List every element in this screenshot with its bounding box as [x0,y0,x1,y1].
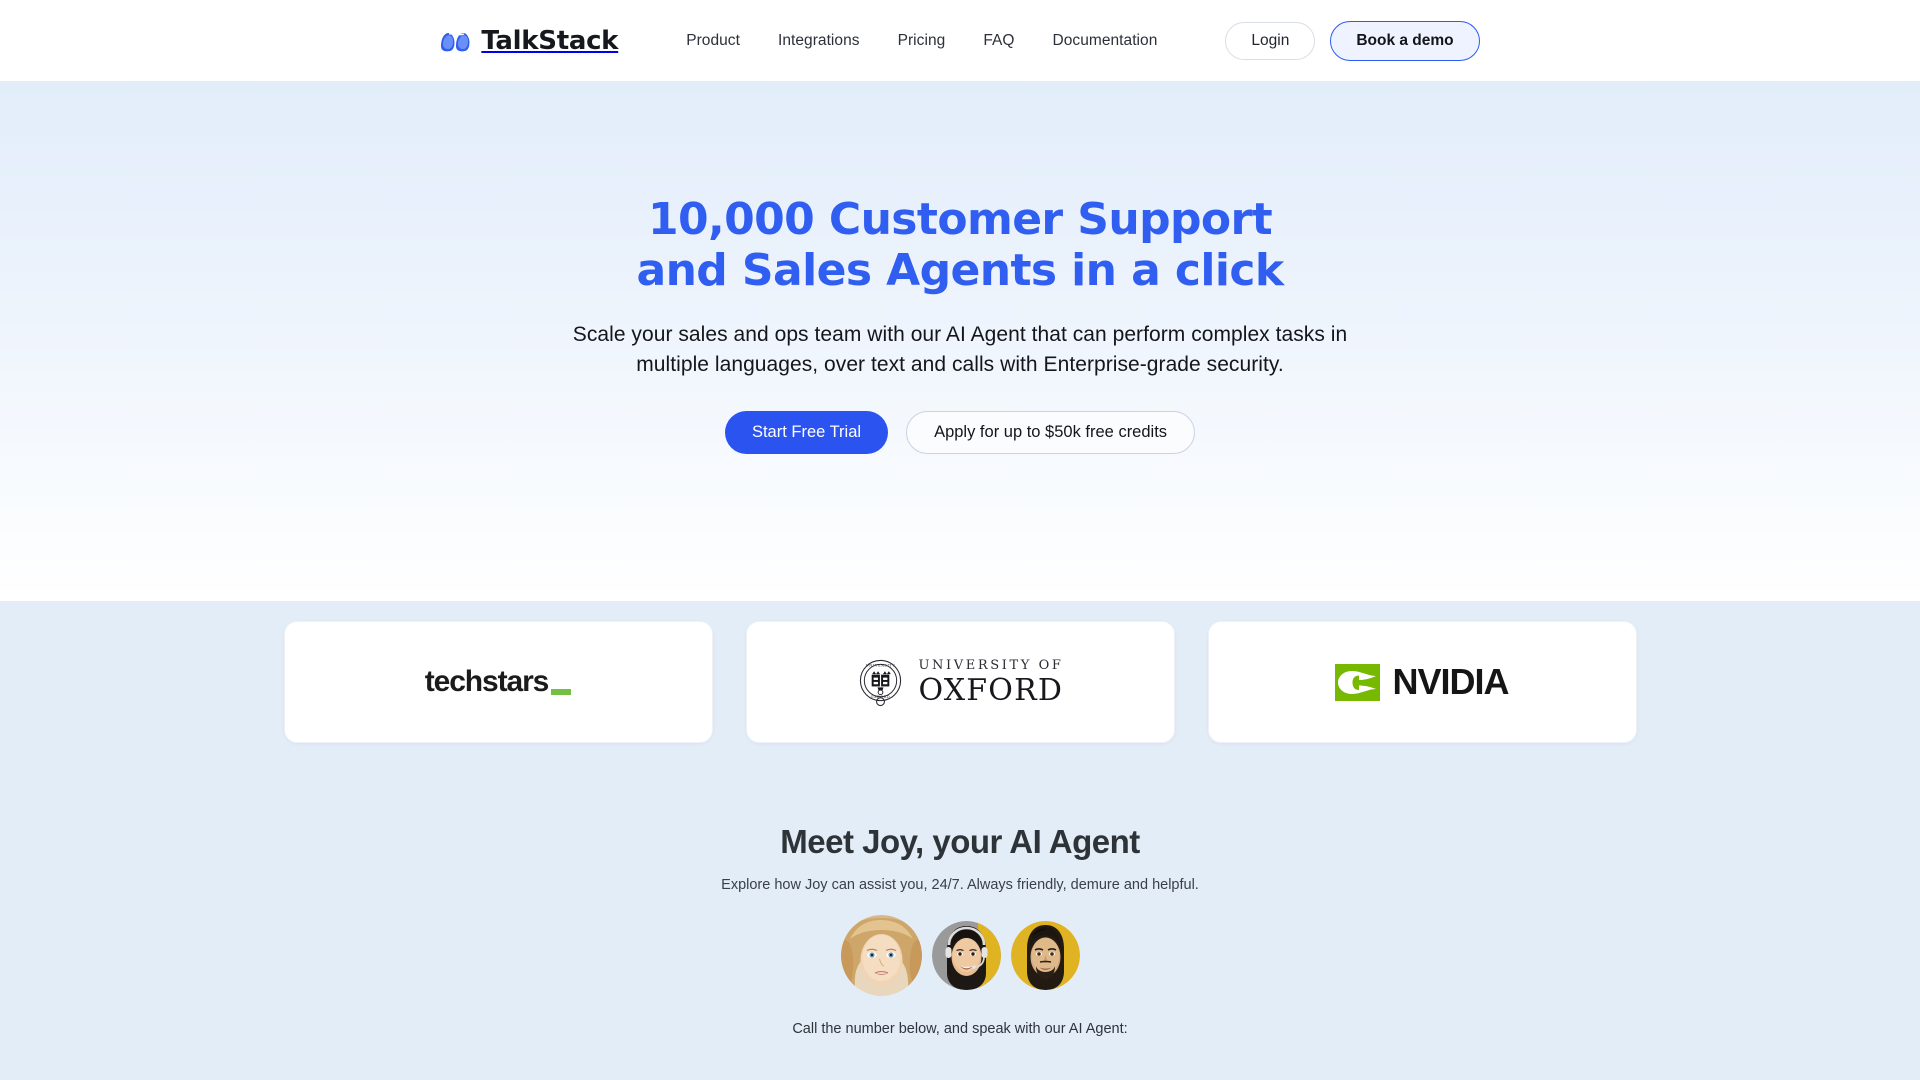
start-free-trial-button[interactable]: Start Free Trial [724,410,889,454]
hero-subheadline: Scale your sales and ops team with our A… [573,320,1347,380]
oxford-line1: UNIVERSITY OF [918,657,1064,673]
agent-avatar-list [840,915,1080,996]
brand-name: TalkStack [481,25,619,56]
nvidia-eye-logo-icon [1335,663,1381,701]
hero-headline: 10,000 Customer Support and Sales Agents… [636,194,1284,297]
hero-cta-group: Start Free Trial Apply for up to $50k fr… [724,410,1196,454]
meet-joy-title: Meet Joy, your AI Agent [780,823,1140,860]
call-prompt-text: Call the number below, and speak with ou… [792,1021,1128,1037]
oxford-logo: UNIVERSITY OXFORD UNIVERSITY OF OXFORD [856,658,1063,707]
nav-item-integrations[interactable]: Integrations [778,32,860,50]
apply-credits-button[interactable]: Apply for up to $50k free credits [906,410,1196,454]
agent-avatar-woman-headset[interactable] [931,921,1001,990]
landing-page: TalkStack Product Integrations Pricing F… [0,0,1920,1080]
partner-card-nvidia[interactable]: NVIDIA [1207,621,1637,743]
nav-item-pricing[interactable]: Pricing [898,32,946,50]
agent-avatar-blonde-woman[interactable] [840,915,922,996]
agent-avatar-man[interactable] [1010,921,1080,990]
nav-item-faq[interactable]: FAQ [983,32,1014,50]
brand-logo[interactable]: TalkStack [440,26,618,56]
techstars-accent-bar [551,689,572,695]
partner-logo-row: techstars UNIVERSITY OXFORD UNIVERSITY O… [0,621,1920,743]
header-actions: Login Book a demo [1225,20,1480,61]
login-button[interactable]: Login [1225,21,1316,60]
meet-joy-section: Meet Joy, your AI Agent Explore how Joy … [0,823,1920,1037]
nav-item-documentation[interactable]: Documentation [1052,32,1157,50]
hero-sub-line2: multiple languages, over text and calls … [636,352,1284,376]
nav-item-product[interactable]: Product [686,32,740,50]
svg-text:UNIVERSITY: UNIVERSITY [866,663,896,667]
nvidia-logo: NVIDIA [1335,661,1510,703]
partner-card-techstars[interactable]: techstars [283,621,713,743]
site-header: TalkStack Product Integrations Pricing F… [0,0,1920,81]
hero-sub-line1: Scale your sales and ops team with our A… [572,323,1348,347]
main-nav: Product Integrations Pricing FAQ Documen… [686,32,1157,50]
techstars-logo-icon: techstars [425,665,572,699]
meet-joy-subtitle: Explore how Joy can assist you, 24/7. Al… [721,877,1199,893]
book-demo-button[interactable]: Book a demo [1330,20,1480,61]
avatar-image-woman-headset [931,921,1001,990]
avatar-image-man [1010,921,1080,990]
partners-and-agents-band: techstars UNIVERSITY OXFORD UNIVERSITY O… [0,601,1920,1080]
avatar-image-blonde-woman [840,915,922,996]
oxford-line2: OXFORD [918,672,1064,708]
partner-card-oxford[interactable]: UNIVERSITY OXFORD UNIVERSITY OF OXFORD [745,621,1175,743]
hero-headline-line1: 10,000 Customer Support [647,194,1273,245]
hero-section: 10,000 Customer Support and Sales Agents… [0,81,1920,601]
techstars-wordmark: techstars [424,665,550,698]
nvidia-wordmark: NVIDIA [1392,661,1509,702]
oxford-crest-icon: UNIVERSITY OXFORD [860,659,902,706]
hero-headline-line2: and Sales Agents in a click [636,245,1284,297]
talkstack-wave-logo-icon [441,32,470,51]
